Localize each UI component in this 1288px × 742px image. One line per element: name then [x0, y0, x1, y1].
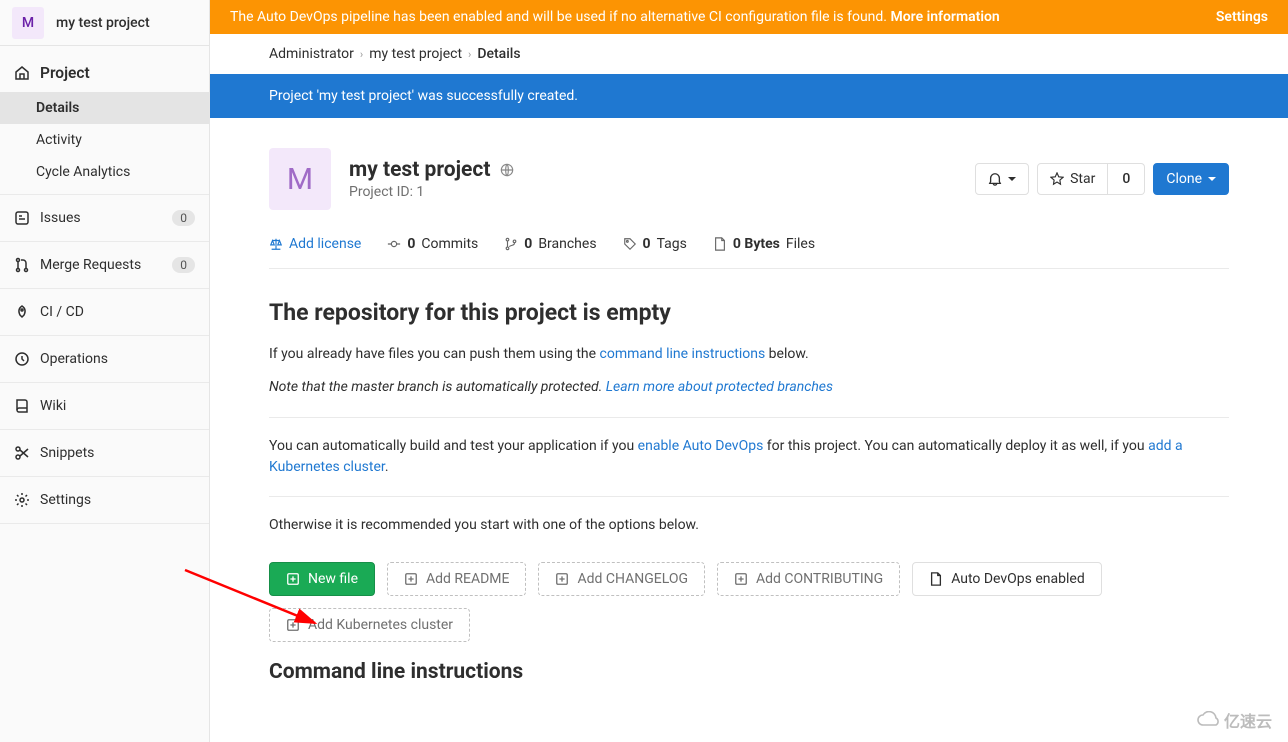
chevron-right-icon: › [468, 48, 471, 61]
add-license-link[interactable]: Add license [269, 236, 361, 252]
empty-repo-title: The repository for this project is empty [269, 299, 1229, 326]
sidebar-subitem-details[interactable]: Details [0, 92, 209, 124]
star-label: Star [1070, 171, 1095, 187]
commits-stat[interactable]: 0 Commits [387, 236, 478, 252]
plus-square-icon [404, 572, 418, 586]
project-avatar: M [269, 148, 331, 210]
operations-icon [14, 351, 30, 367]
cli-instructions-link[interactable]: command line instructions [600, 346, 766, 362]
success-text: Project 'my test project' was successful… [269, 88, 1229, 104]
add-readme-button[interactable]: Add README [387, 562, 526, 596]
rocket-icon [14, 304, 30, 320]
sidebar-subitem-activity[interactable]: Activity [0, 124, 209, 156]
plus-square-icon [555, 572, 569, 586]
chevron-down-icon [1008, 175, 1016, 183]
tag-icon [623, 237, 637, 251]
sidebar-item-label: Snippets [40, 445, 195, 461]
star-button[interactable]: Star [1037, 163, 1108, 195]
sidebar-item-label: Project [40, 64, 195, 82]
auto-devops-banner: The Auto DevOps pipeline has been enable… [210, 0, 1288, 34]
enable-autodevops-link[interactable]: enable Auto DevOps [638, 438, 764, 454]
divider [269, 496, 1229, 497]
gear-icon [14, 492, 30, 508]
issues-icon [14, 210, 30, 226]
commit-icon [387, 237, 401, 251]
sidebar-item-cicd[interactable]: CI / CD [0, 295, 209, 329]
home-icon [14, 65, 30, 81]
breadcrumb-current: Details [477, 46, 520, 62]
chevron-right-icon: › [360, 48, 363, 61]
sidebar-item-label: Wiki [40, 398, 195, 414]
book-icon [14, 398, 30, 414]
chevron-down-icon [1208, 175, 1216, 183]
empty-text-autodevops: You can automatically build and test you… [269, 436, 1229, 478]
breadcrumb: Administrator › my test project › Detail… [269, 34, 1229, 74]
tags-stat[interactable]: 0 Tags [623, 236, 687, 252]
button-label: Add CHANGELOG [577, 571, 688, 587]
add-k8s-cluster-button[interactable]: Add Kubernetes cluster [269, 608, 470, 642]
add-changelog-button[interactable]: Add CHANGELOG [538, 562, 705, 596]
divider [269, 417, 1229, 418]
branch-icon [504, 237, 518, 251]
project-avatar-small: M [12, 7, 44, 39]
sidebar-item-wiki[interactable]: Wiki [0, 389, 209, 423]
banner-text: The Auto DevOps pipeline has been enable… [230, 9, 890, 25]
files-stat[interactable]: 0 Bytes Files [713, 236, 815, 252]
issues-count-badge: 0 [172, 210, 195, 226]
scissors-icon [14, 445, 30, 461]
protected-branches-link[interactable]: Learn more about protected branches [606, 379, 833, 395]
empty-note-protected: Note that the master branch is automatic… [269, 379, 1229, 395]
add-contributing-button[interactable]: Add CONTRIBUTING [717, 562, 900, 596]
bell-icon [988, 172, 1002, 186]
star-icon [1050, 172, 1064, 186]
success-banner: Project 'my test project' was successful… [210, 74, 1288, 118]
banner-settings-link[interactable]: Settings [1216, 9, 1268, 25]
sidebar-item-label: Merge Requests [40, 257, 172, 273]
sidebar-item-operations[interactable]: Operations [0, 342, 209, 376]
button-label: Auto DevOps enabled [951, 571, 1085, 587]
sidebar-item-label: Issues [40, 210, 172, 226]
empty-text-otherwise: Otherwise it is recommended you start wi… [269, 515, 1229, 536]
empty-text-push: If you already have files you can push t… [269, 344, 1229, 365]
sidebar-item-merge-requests[interactable]: Merge Requests 0 [0, 248, 209, 282]
branches-stat[interactable]: 0 Branches [504, 236, 596, 252]
auto-devops-enabled-button[interactable]: Auto DevOps enabled [912, 562, 1102, 596]
plus-square-icon [286, 572, 300, 586]
notifications-dropdown[interactable] [975, 163, 1029, 195]
cli-instructions-title: Command line instructions [269, 660, 1229, 684]
watermark: 亿速云 [1196, 708, 1272, 732]
file-icon [929, 572, 943, 586]
breadcrumb-project[interactable]: my test project [369, 46, 462, 62]
star-count[interactable]: 0 [1108, 163, 1145, 195]
merge-request-icon [14, 257, 30, 273]
scale-icon [269, 237, 283, 251]
project-name-small: my test project [56, 15, 150, 31]
more-information-link[interactable]: More information [890, 9, 999, 25]
sidebar-project-header[interactable]: M my test project [0, 0, 209, 46]
sidebar-item-snippets[interactable]: Snippets [0, 436, 209, 470]
button-label: Add README [426, 571, 509, 587]
button-label: Add CONTRIBUTING [756, 571, 883, 587]
clone-label: Clone [1166, 171, 1202, 187]
file-icon [713, 237, 727, 251]
plus-square-icon [734, 572, 748, 586]
sidebar-item-label: Settings [40, 492, 195, 508]
project-title: my test project [349, 158, 514, 182]
sidebar-item-project[interactable]: Project [0, 52, 209, 92]
button-label: New file [308, 571, 358, 587]
button-label: Add Kubernetes cluster [308, 617, 453, 633]
sidebar-subitem-cycle-analytics[interactable]: Cycle Analytics [0, 156, 209, 188]
sidebar-item-settings[interactable]: Settings [0, 483, 209, 517]
project-id: Project ID: 1 [349, 184, 975, 200]
new-file-button[interactable]: New file [269, 562, 375, 596]
sidebar-item-issues[interactable]: Issues 0 [0, 201, 209, 235]
breadcrumb-administrator[interactable]: Administrator [269, 46, 354, 62]
sidebar-item-label: CI / CD [40, 304, 195, 320]
sidebar-item-label: Operations [40, 351, 195, 367]
clone-button[interactable]: Clone [1153, 163, 1229, 195]
globe-icon [500, 163, 514, 177]
plus-square-icon [286, 618, 300, 632]
mr-count-badge: 0 [172, 257, 195, 273]
